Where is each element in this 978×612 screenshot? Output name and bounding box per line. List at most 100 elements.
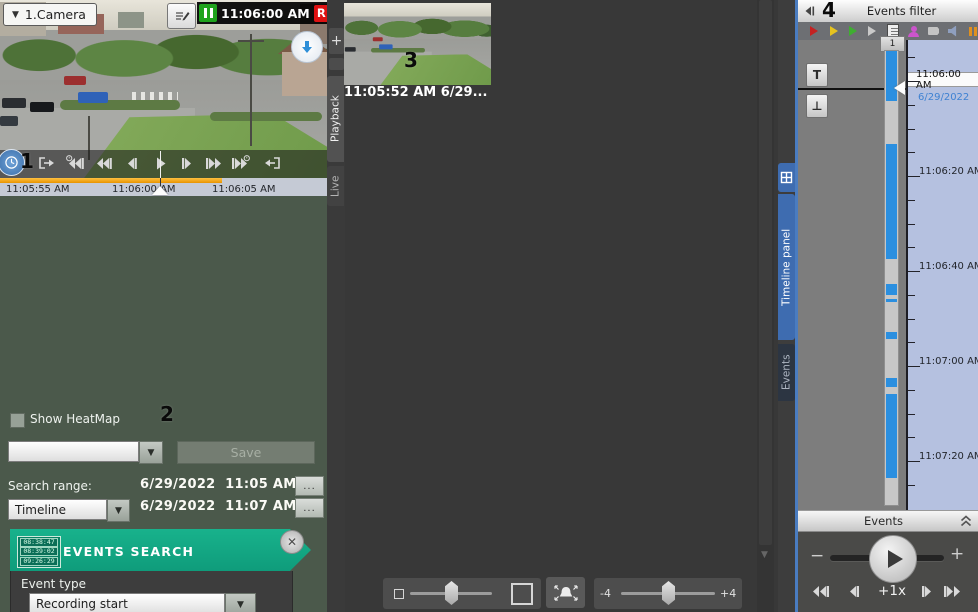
alarm-event-filter-icon[interactable]	[809, 24, 819, 38]
range-mode-dropdown-button[interactable]: ▼	[107, 499, 130, 522]
normal-event-filter-icon[interactable]	[848, 24, 858, 38]
warning-event-filter-icon[interactable]	[828, 24, 838, 38]
next-event-icon	[920, 583, 935, 599]
step-forward-icon	[180, 155, 194, 171]
tab-events[interactable]: Events	[778, 344, 795, 401]
info-event-filter-icon[interactable]	[867, 24, 877, 38]
timeline-tick	[908, 81, 920, 82]
results-scrollbar[interactable]: ▼	[757, 0, 774, 612]
skip-end-button[interactable]	[228, 153, 252, 173]
zoom-slider-thumb[interactable]	[445, 581, 458, 605]
seek-marker-line	[160, 151, 161, 178]
fast-backward-button[interactable]	[92, 153, 116, 173]
close-button[interactable]: ✕	[280, 530, 304, 554]
recording-segment	[886, 378, 897, 387]
jump-next-button[interactable]	[261, 153, 285, 173]
add-tab-button[interactable]: +	[329, 28, 344, 54]
next-event-button[interactable]	[914, 580, 940, 602]
timeline-tick	[908, 318, 915, 320]
skip-start-button[interactable]	[64, 153, 88, 173]
prev-event-button[interactable]	[840, 580, 866, 602]
event-type-value: Recording start	[36, 597, 128, 611]
event-type-combobox[interactable]: Recording start	[29, 593, 225, 612]
ellipsis-icon: ...	[303, 480, 316, 492]
operator-event-filter-icon[interactable]	[908, 24, 919, 38]
tab-timeline-panel-label: Timeline panel	[780, 228, 793, 306]
photo-car	[30, 102, 54, 112]
timeline-tick-label: 11:07:20 AM	[919, 451, 978, 462]
seek-label-start: 11:05:55 AM	[6, 184, 70, 195]
search-range-label: Search range:	[8, 479, 92, 493]
pause-button[interactable]	[199, 4, 218, 22]
last-event-button[interactable]	[940, 580, 966, 602]
lcd-time: 08:38:47	[20, 538, 58, 548]
speed-increase[interactable]: +	[950, 546, 964, 563]
camera-select[interactable]: ▼ 1.Camera	[3, 3, 97, 26]
timeline-tick-label: 11:06:20 AM	[919, 166, 978, 177]
zoom-in-icon[interactable]	[511, 583, 533, 605]
search-result-thumbnail[interactable]	[344, 3, 491, 85]
photo-pole	[238, 40, 264, 42]
scroll-down-icon[interactable]: ▼	[761, 550, 768, 560]
camera-track-number: 1	[889, 39, 896, 49]
collapse-left-icon	[802, 4, 816, 18]
range-end-picker-button[interactable]: ...	[295, 498, 324, 518]
jump-prev-button[interactable]	[34, 153, 58, 173]
timeline-compress-bottom-button[interactable]: ⊥	[806, 94, 828, 118]
tab-playback-label: Playback	[329, 95, 342, 143]
last-event-icon	[942, 583, 964, 599]
timeline-marker-arrow[interactable]	[894, 81, 905, 95]
first-event-icon	[810, 583, 832, 599]
range-start-picker-button[interactable]: ...	[295, 476, 324, 496]
photo-truck-blue	[78, 92, 108, 103]
export-button[interactable]	[291, 31, 323, 63]
recording-segment	[886, 284, 897, 295]
events-panel-header[interactable]: Events	[798, 510, 978, 532]
range-end-value: 6/29/2022 11:07 AM	[140, 499, 297, 514]
speed-min-label: -4	[600, 587, 611, 600]
first-event-button[interactable]	[808, 580, 834, 602]
timeline-tick-label: 11:07:00 AM	[919, 356, 978, 367]
plus-icon: +	[330, 33, 343, 49]
note-button[interactable]	[167, 3, 196, 29]
tab-strip-handle[interactable]	[329, 58, 344, 70]
photo-car	[0, 116, 18, 126]
timeline-tick	[908, 223, 915, 225]
vms-workspace: ▼ 1.Camera 11:06:00 AM R 11:05:55 AM 11:…	[0, 0, 978, 612]
step-forward-button[interactable]	[175, 153, 199, 173]
save-button[interactable]: Save	[177, 441, 315, 464]
camera-event-filter-icon[interactable]	[928, 24, 939, 38]
events-play-button[interactable]	[869, 535, 917, 583]
tab-live[interactable]: Live	[327, 166, 344, 206]
tab-playback[interactable]: Playback	[327, 76, 344, 162]
scrollbar-thumb[interactable]	[759, 0, 772, 545]
collapse-panel-button[interactable]	[801, 3, 817, 19]
tab-layout-grid[interactable]	[778, 163, 795, 192]
seek-marker-handle[interactable]	[152, 186, 168, 195]
events-transport-panel: − + +1x	[798, 532, 978, 612]
timeline-compress-top-button[interactable]: T	[806, 63, 828, 87]
speed-decrease[interactable]: −	[810, 548, 824, 565]
range-mode-combobox[interactable]: Timeline	[8, 499, 107, 520]
event-type-dropdown-button[interactable]: ▼	[225, 593, 256, 612]
step-backward-button[interactable]	[120, 153, 144, 173]
zoom-out-icon[interactable]	[394, 589, 404, 599]
tab-timeline-panel[interactable]: Timeline panel	[778, 194, 795, 340]
collapse-up-button[interactable]	[958, 513, 974, 529]
skip-end-clock-icon	[230, 155, 250, 171]
alarm-bell-button[interactable]	[546, 577, 585, 608]
timeline-ruler[interactable]: 11:06:00 AM 6/29/2022 ☀ 11:06:20 AM11:06…	[906, 40, 978, 510]
tab-events-label: Events	[780, 354, 793, 391]
pause-event-filter-icon[interactable]	[968, 24, 978, 38]
audio-event-filter-icon[interactable]	[948, 24, 959, 38]
preset-dropdown-button[interactable]: ▼	[139, 441, 163, 464]
preset-combobox[interactable]	[8, 441, 139, 462]
clock-icon	[4, 155, 19, 170]
heatmap-checkbox[interactable]	[10, 413, 25, 428]
fast-forward-button[interactable]	[201, 153, 225, 173]
speed-slider-thumb[interactable]	[662, 581, 675, 605]
fast-backward-icon	[95, 155, 114, 171]
bottom-scale-icon: ⊥	[811, 99, 823, 113]
recording-track[interactable]	[884, 50, 899, 506]
timeline-tick	[908, 413, 915, 415]
